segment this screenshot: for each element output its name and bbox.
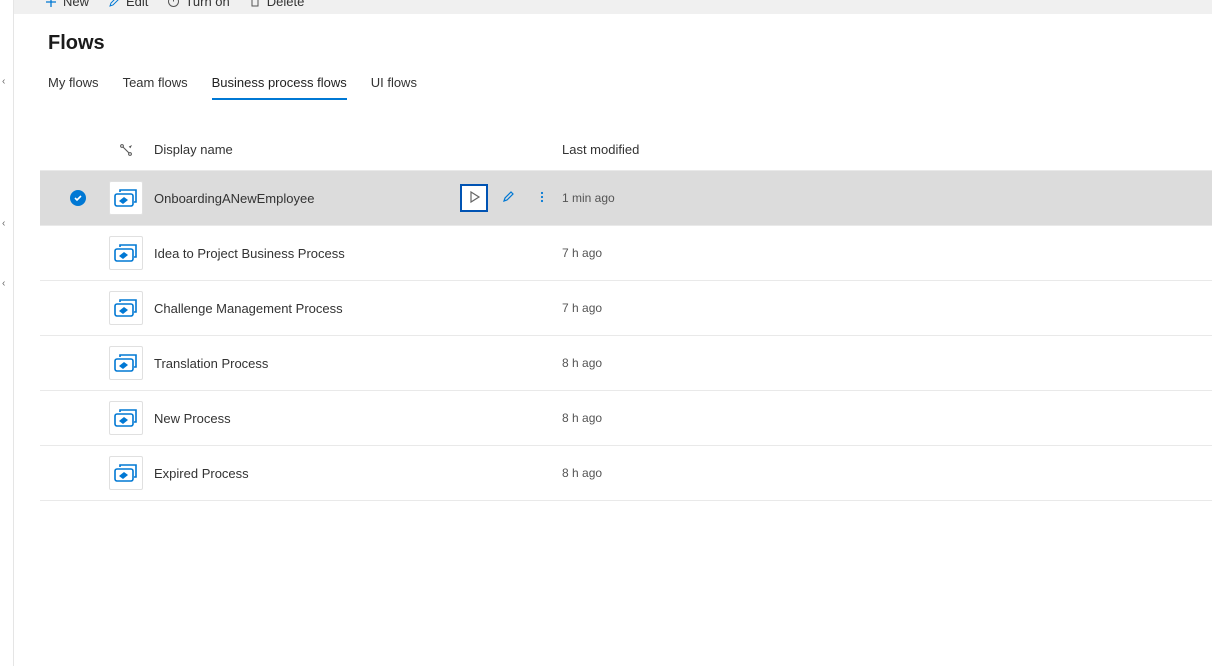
flow-name[interactable]: OnboardingANewEmployee [154, 191, 436, 206]
table-row[interactable]: Expired Process8 h ago [40, 446, 1212, 501]
last-modified-cell: 7 h ago [562, 246, 1212, 260]
checkmark-icon[interactable] [70, 465, 86, 481]
edit-label: Edit [126, 0, 148, 9]
flow-name[interactable]: Expired Process [154, 466, 562, 481]
last-modified-cell: 8 h ago [562, 356, 1212, 370]
table-row[interactable]: Translation Process8 h ago [40, 336, 1212, 391]
flow-icon [109, 236, 143, 270]
row-name-cell: Challenge Management Process [154, 301, 562, 316]
delete-label: Delete [267, 0, 305, 9]
row-icon-col [98, 456, 154, 490]
row-select[interactable] [58, 410, 98, 426]
row-icon-col [98, 181, 154, 215]
flow-icon [109, 401, 143, 435]
table-row[interactable]: Idea to Project Business Process7 h ago [40, 226, 1212, 281]
delete-button[interactable]: Delete [248, 0, 305, 9]
row-icon-col [98, 401, 154, 435]
last-modified-cell: 8 h ago [562, 466, 1212, 480]
tab-business-process-flows[interactable]: Business process flows [212, 75, 347, 100]
checkmark-icon[interactable] [70, 190, 86, 206]
more-options-button[interactable] [528, 184, 556, 212]
plus-icon [44, 0, 58, 9]
row-select[interactable] [58, 355, 98, 371]
table-row[interactable]: New Process8 h ago [40, 391, 1212, 446]
page-content: Flows My flows Team flows Business proce… [14, 14, 1212, 666]
tabs: My flows Team flows Business process flo… [14, 55, 1212, 100]
row-select[interactable] [58, 190, 98, 206]
run-button[interactable] [460, 184, 488, 212]
table-header: Display name Last modified [40, 129, 1212, 171]
flow-icon [109, 456, 143, 490]
checkmark-icon[interactable] [70, 245, 86, 261]
chevron-icon: ‹ [2, 278, 5, 289]
row-name-cell: Idea to Project Business Process [154, 246, 562, 261]
power-icon [166, 0, 180, 9]
flows-table: Display name Last modified OnboardingANe… [40, 129, 1212, 501]
edit-button[interactable]: Edit [107, 0, 148, 9]
row-name-cell: OnboardingANewEmployee [154, 184, 562, 212]
new-button[interactable]: New [44, 0, 89, 9]
last-modified-cell: 1 min ago [562, 191, 1212, 205]
table-row[interactable]: OnboardingANewEmployee 1 min ago [40, 171, 1212, 226]
turn-on-button[interactable]: Turn on [166, 0, 229, 9]
header-display-name[interactable]: Display name [154, 142, 562, 157]
flow-icon [109, 181, 143, 215]
row-icon-col [98, 291, 154, 325]
row-icon-col [98, 346, 154, 380]
tab-ui-flows[interactable]: UI flows [371, 75, 417, 100]
flow-icon [109, 346, 143, 380]
flow-name[interactable]: New Process [154, 411, 562, 426]
table-row[interactable]: Challenge Management Process7 h ago [40, 281, 1212, 336]
flow-name[interactable]: Challenge Management Process [154, 301, 562, 316]
row-select[interactable] [58, 245, 98, 261]
row-name-cell: Translation Process [154, 356, 562, 371]
chevron-icon: ‹ [2, 218, 5, 229]
checkmark-icon[interactable] [70, 355, 86, 371]
more-vertical-icon [535, 190, 549, 207]
page-title: Flows [14, 14, 1212, 55]
pencil-icon [107, 0, 121, 9]
tab-my-flows[interactable]: My flows [48, 75, 99, 100]
last-modified-cell: 7 h ago [562, 301, 1212, 315]
flow-icon [109, 291, 143, 325]
turn-on-label: Turn on [185, 0, 229, 9]
row-select[interactable] [58, 465, 98, 481]
tab-team-flows[interactable]: Team flows [123, 75, 188, 100]
left-nav-rail: ‹ ‹ ‹ [0, 0, 14, 666]
trash-icon [248, 0, 262, 9]
new-label: New [63, 0, 89, 9]
edit-row-button[interactable] [494, 184, 522, 212]
row-select[interactable] [58, 300, 98, 316]
sort-icon[interactable] [98, 143, 154, 157]
last-modified-cell: 8 h ago [562, 411, 1212, 425]
flow-name[interactable]: Idea to Project Business Process [154, 246, 562, 261]
header-last-modified[interactable]: Last modified [562, 142, 1212, 157]
flow-name[interactable]: Translation Process [154, 356, 562, 371]
row-icon-col [98, 236, 154, 270]
checkmark-icon[interactable] [70, 300, 86, 316]
row-name-cell: New Process [154, 411, 562, 426]
command-bar: New Edit Turn on Delete [14, 0, 1212, 14]
chevron-icon: ‹ [2, 76, 5, 87]
row-actions [460, 184, 556, 212]
pencil-icon [501, 189, 516, 207]
checkmark-icon[interactable] [70, 410, 86, 426]
row-name-cell: Expired Process [154, 466, 562, 481]
play-icon [467, 190, 481, 207]
